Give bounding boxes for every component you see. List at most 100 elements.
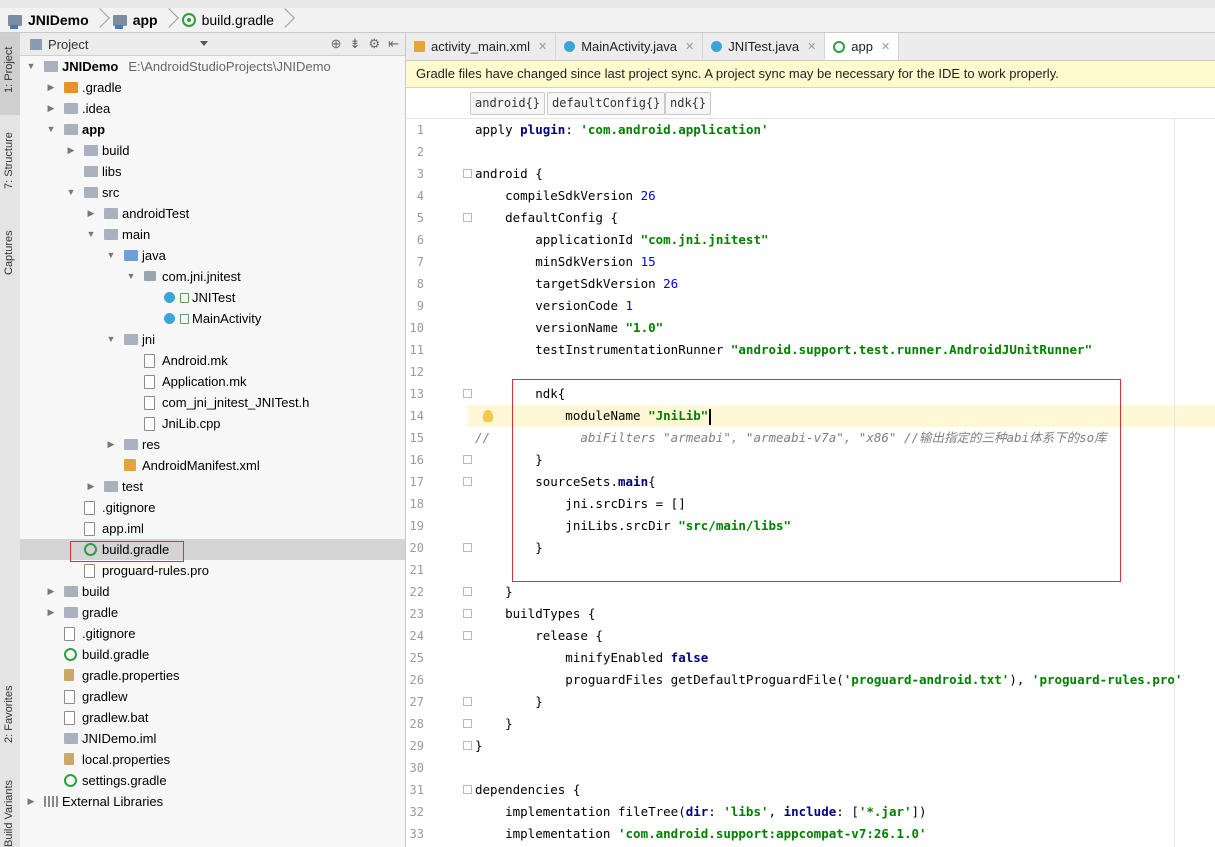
- project-view-selector[interactable]: Project: [48, 37, 88, 52]
- chevron-right-icon[interactable]: ▶: [46, 77, 56, 98]
- code-line: compileSdkVersion 26: [475, 185, 656, 207]
- tree-item[interactable]: ▼ java: [20, 245, 405, 266]
- tree-item[interactable]: local.properties: [20, 749, 405, 770]
- gear-icon[interactable]: ⚙: [368, 36, 380, 52]
- chevron-right-icon[interactable]: ▶: [46, 602, 56, 623]
- editor-tab[interactable]: JNITest.java ✕: [703, 33, 826, 59]
- chevron-down-icon[interactable]: ▼: [46, 119, 56, 140]
- scope-chip-ndk[interactable]: ndk{}: [665, 92, 712, 115]
- tree-item[interactable]: gradle.properties: [20, 665, 405, 686]
- close-icon[interactable]: ✕: [807, 40, 816, 53]
- tree-item[interactable]: ▼ com.jni.jnitest: [20, 266, 405, 287]
- tree-item[interactable]: ▼ src: [20, 182, 405, 203]
- tree-item[interactable]: ▼ JNIDemo E:\AndroidStudioProjects\JNIDemo: [20, 56, 405, 77]
- folder-icon: [64, 103, 78, 114]
- chevron-right-icon[interactable]: ▶: [66, 140, 76, 161]
- tree-item[interactable]: ▶ build: [20, 140, 405, 161]
- close-icon[interactable]: ✕: [685, 40, 694, 53]
- editor-tab[interactable]: activity_main.xml ✕: [406, 33, 557, 59]
- tool-tab-build-variants[interactable]: Build Variants: [0, 773, 20, 847]
- fold-marker-icon[interactable]: [463, 169, 472, 178]
- tree-item[interactable]: app.iml: [20, 518, 405, 539]
- tree-item[interactable]: ▶ gradle: [20, 602, 405, 623]
- tree-item[interactable]: gradlew.bat: [20, 707, 405, 728]
- tree-item[interactable]: ▼ app: [20, 119, 405, 140]
- fold-marker-icon[interactable]: [463, 741, 472, 750]
- chevron-down-icon[interactable]: ▼: [106, 245, 116, 266]
- tree-item[interactable]: AndroidManifest.xml: [20, 455, 405, 476]
- tool-tab-structure[interactable]: 7: Structure: [0, 123, 20, 205]
- chevron-down-icon[interactable]: ▼: [126, 266, 136, 287]
- tree-item[interactable]: JNIDemo.iml: [20, 728, 405, 749]
- close-icon[interactable]: ✕: [881, 40, 890, 53]
- chevron-right-icon[interactable]: ▶: [106, 434, 116, 455]
- tree-item[interactable]: gradlew: [20, 686, 405, 707]
- tree-item[interactable]: proguard-rules.pro: [20, 560, 405, 581]
- project-view-icon: [30, 38, 42, 50]
- chevron-right-icon[interactable]: ▶: [46, 581, 56, 602]
- chevron-right-icon[interactable]: ▶: [86, 476, 96, 497]
- tool-tab-favorites[interactable]: 2: Favorites: [0, 673, 20, 763]
- chevron-down-icon[interactable]: [200, 41, 208, 46]
- fold-marker-icon[interactable]: [463, 587, 472, 596]
- tree-item[interactable]: MainActivity: [20, 308, 405, 329]
- fold-marker-icon[interactable]: [463, 719, 472, 728]
- scope-chip-defaultconfig[interactable]: defaultConfig{}: [547, 92, 666, 115]
- chevron-down-icon[interactable]: ▼: [66, 182, 76, 203]
- tree-item[interactable]: ▶ androidTest: [20, 203, 405, 224]
- tree-item[interactable]: ▶ External Libraries: [20, 791, 405, 812]
- tree-item[interactable]: com_jni_jnitest_JNITest.h: [20, 392, 405, 413]
- tree-item-label: .gradle: [82, 80, 122, 95]
- tree-item[interactable]: ▶ test: [20, 476, 405, 497]
- tree-item-label: External Libraries: [62, 794, 164, 809]
- chevron-down-icon[interactable]: ▼: [86, 224, 96, 245]
- breadcrumb-item-file[interactable]: build.gradle: [174, 8, 280, 32]
- tree-item-label: res: [142, 437, 161, 452]
- tree-item[interactable]: ▶ .gradle: [20, 77, 405, 98]
- collapse-all-icon[interactable]: ⇟: [350, 36, 361, 52]
- tree-item[interactable]: ▶ res: [20, 434, 405, 455]
- tree-item[interactable]: .gitignore: [20, 623, 405, 644]
- line-number: 29: [409, 739, 424, 753]
- tree-item[interactable]: libs: [20, 161, 405, 182]
- tree-item[interactable]: JniLib.cpp: [20, 413, 405, 434]
- fold-marker-icon[interactable]: [463, 631, 472, 640]
- fold-marker-icon[interactable]: [463, 389, 472, 398]
- editor-tab[interactable]: app ✕: [825, 33, 900, 60]
- tree-item[interactable]: Android.mk: [20, 350, 405, 371]
- scroll-from-source-icon[interactable]: ⊕: [331, 36, 342, 52]
- chevron-right-icon[interactable]: ▶: [86, 203, 96, 224]
- fold-marker-icon[interactable]: [463, 609, 472, 618]
- code-line: }: [475, 691, 543, 713]
- chevron-right-icon[interactable]: ▶: [26, 791, 36, 812]
- tree-item[interactable]: .gitignore: [20, 497, 405, 518]
- fold-marker-icon[interactable]: [463, 543, 472, 552]
- fold-marker-icon[interactable]: [463, 477, 472, 486]
- fold-marker-icon[interactable]: [463, 785, 472, 794]
- tree-item[interactable]: settings.gradle: [20, 770, 405, 791]
- chevron-down-icon[interactable]: ▼: [106, 329, 116, 350]
- breadcrumb-item-module[interactable]: app: [105, 8, 164, 32]
- editor-tab[interactable]: MainActivity.java ✕: [556, 33, 704, 59]
- tree-item[interactable]: Application.mk: [20, 371, 405, 392]
- tree-item-label: JniLib.cpp: [162, 416, 221, 431]
- chevron-down-icon[interactable]: ▼: [26, 56, 36, 77]
- tool-tab-captures[interactable]: Captures: [0, 223, 20, 293]
- chevron-right-icon[interactable]: ▶: [46, 98, 56, 119]
- line-number: 24: [409, 629, 424, 643]
- fold-marker-icon[interactable]: [463, 697, 472, 706]
- tree-item[interactable]: ▼ jni: [20, 329, 405, 350]
- hide-panel-icon[interactable]: ⇤: [388, 36, 399, 52]
- breadcrumb-item-project[interactable]: JNIDemo: [0, 8, 95, 32]
- close-icon[interactable]: ✕: [538, 40, 547, 53]
- scope-chip-android[interactable]: android{}: [470, 92, 546, 115]
- tree-item[interactable]: build.gradle: [20, 644, 405, 665]
- fold-marker-icon[interactable]: [463, 213, 472, 222]
- tree-item[interactable]: JNITest: [20, 287, 405, 308]
- tree-item[interactable]: ▶ build: [20, 581, 405, 602]
- fold-marker-icon[interactable]: [463, 455, 472, 464]
- code-token: 26: [663, 276, 679, 291]
- tree-item[interactable]: ▼ main: [20, 224, 405, 245]
- tree-item[interactable]: ▶ .idea: [20, 98, 405, 119]
- tool-tab-project[interactable]: 1: Project: [0, 33, 20, 115]
